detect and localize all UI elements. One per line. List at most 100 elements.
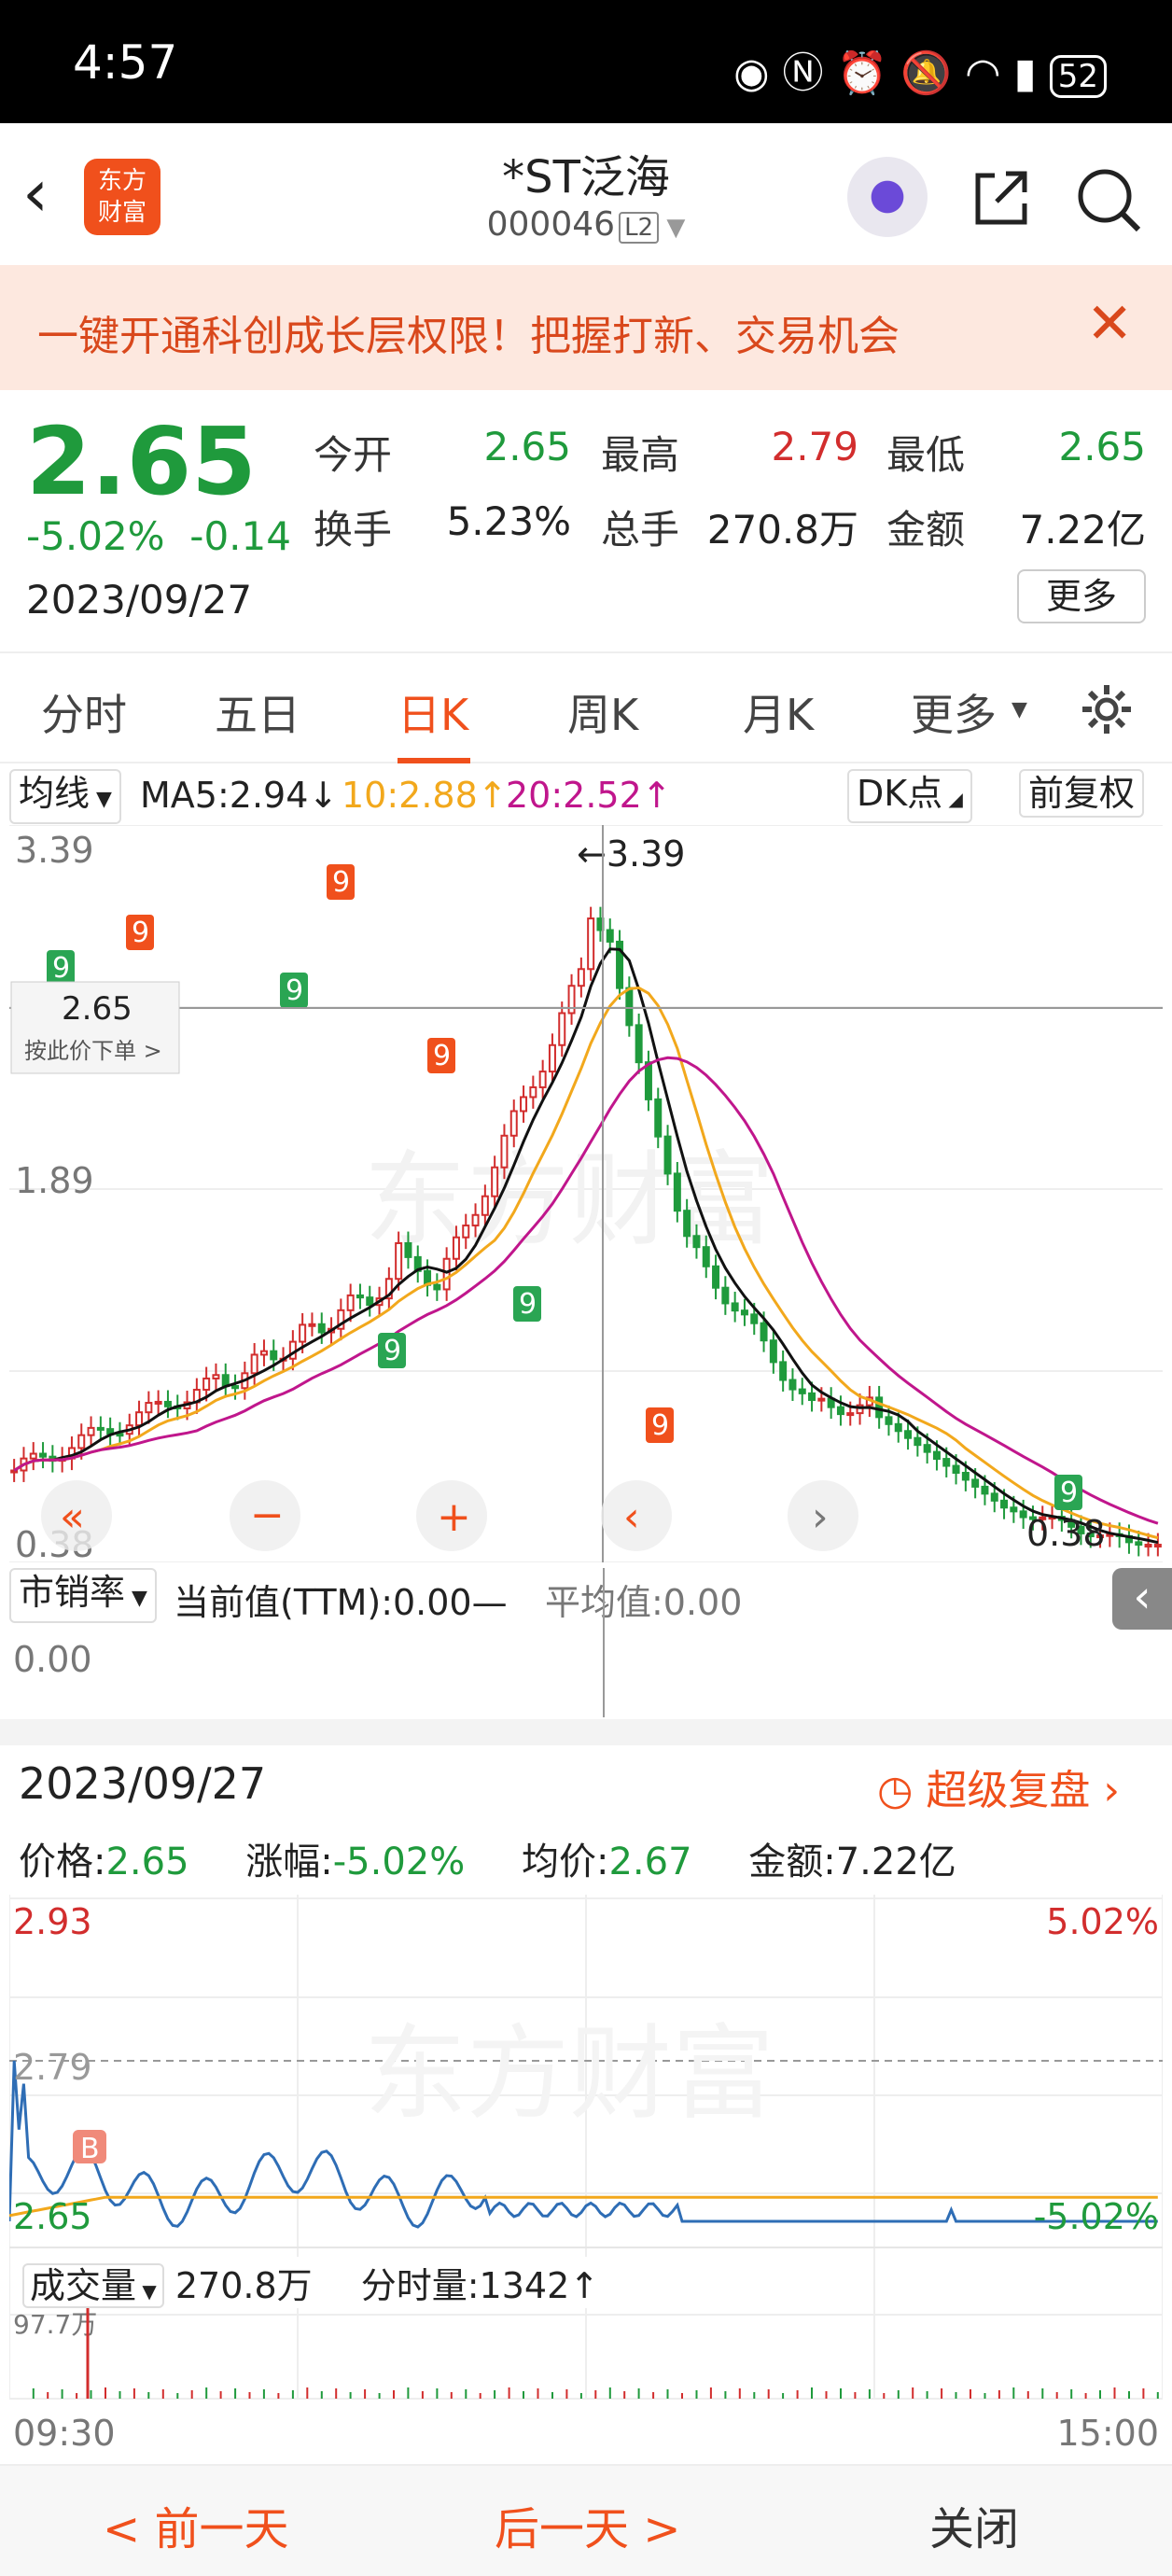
super-replay-button[interactable]: ◷ 超级复盘 › [877, 1757, 1120, 1816]
current-price: 2.65 [26, 407, 257, 516]
candle-body [981, 1485, 989, 1495]
candle-body [145, 1402, 153, 1414]
intraday-chart[interactable]: 东方财富 2.93 2.79 2.65 5.02% -5.02% B 97.7万… [9, 1895, 1163, 2455]
change-amount: -0.14 [189, 513, 291, 559]
dropdown-icon: ▼ [659, 214, 686, 242]
tab-5[interactable]: 更多 [911, 681, 997, 743]
candle-body [154, 1400, 162, 1405]
candle-body [135, 1411, 144, 1427]
price-change: -5.02% -0.14 [26, 513, 291, 559]
share-icon[interactable] [969, 164, 1034, 230]
ps-current: 当前值(TTM):0.00— [174, 1582, 508, 1623]
volume-total: 270.8万 [174, 2265, 313, 2306]
ma20-value: 20:2.52↑ [506, 775, 672, 816]
prev-day-button[interactable]: < 前一天 [103, 2492, 288, 2557]
tab-0[interactable]: 分时 [41, 681, 127, 743]
candle-body [923, 1444, 931, 1453]
chg-value: -5.02% [332, 1841, 466, 1883]
status-icons: ◉Ⓝ⏰🔕◠▮ 52 [733, 39, 1107, 99]
td-signal-number: 9 [52, 952, 70, 985]
candle-body [509, 1110, 518, 1137]
td-signal-number: 9 [519, 1288, 537, 1321]
candle-body [259, 1350, 268, 1356]
candle-body [663, 1135, 672, 1175]
close-button[interactable]: 关闭 [929, 2492, 1019, 2557]
candle-body [481, 1195, 489, 1216]
assistant-robot-icon[interactable] [847, 157, 928, 237]
alarm-icon: ⏰ [836, 49, 901, 97]
tab-2[interactable]: 日K [398, 681, 468, 743]
candle-body [817, 1397, 826, 1402]
candle-body [942, 1458, 951, 1467]
candle-body [1144, 1544, 1152, 1548]
settings-gear-icon[interactable] [1079, 681, 1135, 737]
volume-select-label: 成交量 [30, 2265, 137, 2306]
ps-y-zero: 0.00 [13, 1639, 92, 1680]
level2-badge: L2 [619, 212, 660, 244]
battery-icon: 52 [1049, 55, 1107, 98]
avg-label: 均价: [521, 1841, 609, 1883]
candle-body [202, 1377, 211, 1392]
candle-body [500, 1134, 509, 1169]
candle-body [558, 1012, 566, 1046]
volume-select[interactable]: 成交量 ▼ [22, 2263, 164, 2308]
kchart-y-mid: 1.89 [15, 1160, 94, 1201]
price-value: 2.65 [105, 1841, 189, 1883]
chevron-left-icon: ‹ [623, 1493, 640, 1541]
amt-label: 金额: [748, 1841, 836, 1883]
ma-select-label: 均线 [19, 773, 91, 814]
candle-body [529, 1085, 537, 1099]
tab-4[interactable]: 月K [743, 681, 814, 743]
candle-body [798, 1388, 806, 1394]
ma-select[interactable]: 均线 ▼ [9, 769, 121, 824]
signal-icon: ▮ [1013, 49, 1050, 97]
td-signal-number: 9 [132, 917, 149, 949]
candle-body [1010, 1506, 1018, 1513]
candle-body [462, 1225, 470, 1239]
collapse-side-button[interactable]: ‹ [1112, 1568, 1172, 1630]
ps-select[interactable]: 市销率 ▼ [9, 1568, 157, 1623]
dk-point-select[interactable]: DK点 ◢ [847, 769, 972, 823]
adjust-select[interactable]: 前复权 [1019, 769, 1145, 818]
candle-body [625, 987, 634, 1027]
history-icon: ◷ [877, 1767, 914, 1814]
candle-body [212, 1374, 220, 1379]
next-day-button[interactable]: 后一天 > [495, 2492, 680, 2557]
candle-body [1019, 1510, 1027, 1519]
volume-now: 分时量:1342↑ [360, 2265, 600, 2306]
candle-body [635, 1024, 643, 1064]
candle-body [356, 1294, 364, 1299]
candle-body [1135, 1541, 1143, 1547]
candle-body [894, 1422, 902, 1433]
vol-max-label: 97.7万 [13, 2309, 97, 2340]
search-icon[interactable] [1073, 164, 1144, 235]
quote-value-5: 7.22亿 [1019, 507, 1146, 553]
tab-1[interactable]: 五日 [215, 681, 300, 743]
candle-body [288, 1340, 297, 1360]
quote-value-0: 2.65 [483, 424, 571, 469]
wifi-icon: ◠ [965, 49, 1014, 97]
candle-body [932, 1450, 941, 1461]
active-tab-indicator [398, 758, 470, 763]
candle-body [491, 1166, 499, 1197]
chart-controls: « − + ‹ › [41, 1480, 858, 1551]
candle-body [587, 917, 595, 971]
candle-body [317, 1323, 326, 1334]
promo-banner[interactable]: 一键开通科创成长层权限！把握打新、交易机会 ✕ [0, 265, 1172, 390]
section-divider [0, 1719, 1172, 1745]
td-signal-number: 9 [286, 974, 303, 1007]
candle-body [779, 1361, 788, 1381]
candle-body [654, 1098, 663, 1138]
intraday-stats: 价格:2.65 涨幅:-5.02% 均价:2.67 金额:7.22亿 [19, 1831, 956, 1885]
crosshair-price: 2.65 [62, 990, 133, 1028]
more-button[interactable]: 更多 [1017, 569, 1146, 623]
candle-body [395, 1241, 403, 1281]
close-icon[interactable]: ✕ [1086, 291, 1133, 357]
kline-chart[interactable]: 东方财富 999999999 3.39 1.89 0.38 ←3.39 0.38… [9, 825, 1163, 1562]
tab-3[interactable]: 周K [567, 681, 638, 743]
candle-body [520, 1096, 528, 1113]
app-header: ‹ 东方 财富 *ST泛海 000046 L2 ▼ [0, 123, 1172, 265]
candle-body [250, 1353, 258, 1375]
candle-body [692, 1235, 701, 1249]
candle-body [567, 985, 576, 1015]
